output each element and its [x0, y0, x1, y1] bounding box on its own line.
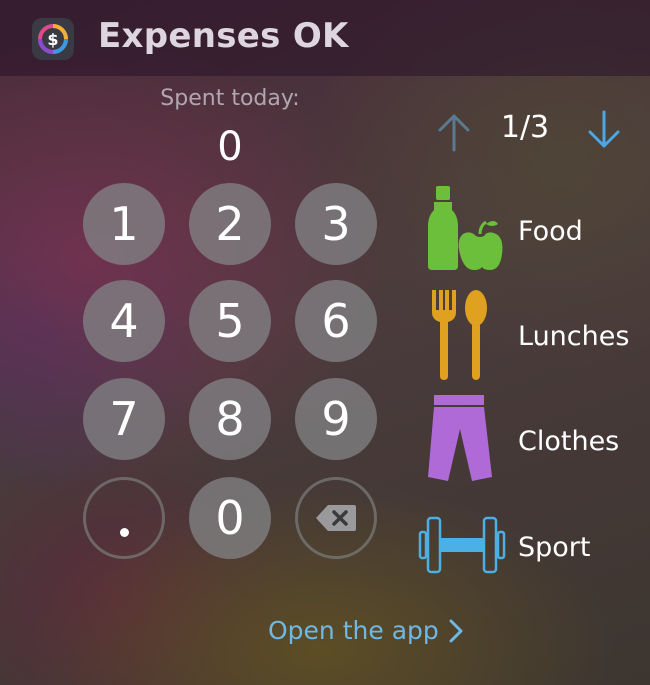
key-7[interactable]: 7 [83, 378, 165, 460]
key-backspace[interactable] [295, 477, 377, 559]
key-5[interactable]: 5 [189, 280, 271, 362]
key-1[interactable]: 1 [83, 183, 165, 265]
key-6[interactable]: 6 [295, 280, 377, 362]
page-indicator: 1/3 [500, 110, 550, 145]
open-app-label: Open the app [268, 616, 439, 645]
category-clothes[interactable]: Clothes [418, 393, 650, 493]
category-label-lunches: Lunches [518, 321, 630, 352]
decimal-dot [119, 527, 129, 537]
app-title: Expenses OK [98, 16, 349, 56]
trousers-icon [428, 395, 492, 481]
chevron-right-icon [449, 619, 463, 642]
backspace-icon [316, 505, 356, 531]
key-4[interactable]: 4 [83, 280, 165, 362]
widget-header: $ Expenses OK [0, 0, 650, 76]
arrow-up-icon[interactable] [434, 110, 474, 152]
spent-today-label: Spent today: [160, 86, 300, 111]
category-sport[interactable]: Sport [418, 500, 650, 600]
svg-text:$: $ [47, 30, 58, 49]
category-food[interactable]: Food [418, 184, 650, 284]
category-label-clothes: Clothes [518, 426, 620, 457]
bottle-apple-icon [428, 186, 503, 270]
spent-today-value: 0 [217, 124, 243, 170]
category-label-sport: Sport [518, 532, 591, 563]
key-9[interactable]: 9 [295, 378, 377, 460]
category-lunches[interactable]: Lunches [418, 288, 650, 388]
key-decimal[interactable] [83, 477, 165, 559]
key-2[interactable]: 2 [189, 183, 271, 265]
key-8[interactable]: 8 [189, 378, 271, 460]
arrow-down-icon[interactable] [584, 110, 624, 152]
key-0[interactable]: 0 [189, 477, 271, 559]
open-app-link[interactable]: Open the app [268, 616, 463, 645]
key-3[interactable]: 3 [295, 183, 377, 265]
category-label-food: Food [518, 216, 583, 247]
dumbbell-icon [418, 516, 506, 574]
dollar-circle-icon[interactable]: $ [32, 18, 74, 60]
fork-spoon-icon [432, 290, 487, 380]
